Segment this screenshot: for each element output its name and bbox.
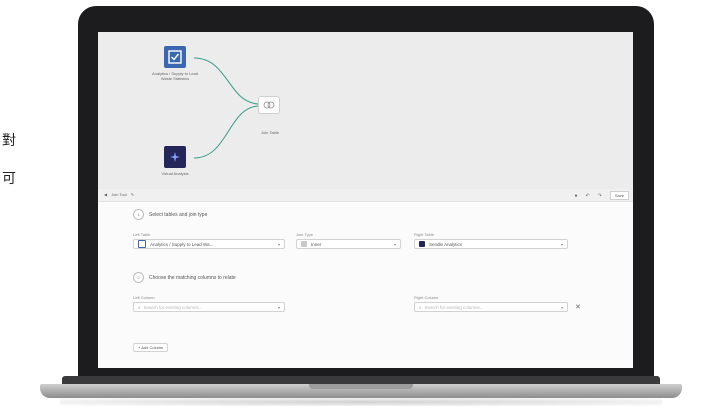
- dataset-node-virtual[interactable]: Virtual Analysis: [148, 146, 202, 176]
- join-node[interactable]: [258, 96, 280, 114]
- join-type-label: Join Type: [296, 232, 314, 237]
- step-1-text: Select tables and join type: [149, 211, 208, 218]
- left-column-placeholder: Search for existing columns...: [143, 304, 203, 310]
- sparkle-icon: [170, 152, 180, 162]
- side-text-2: 可: [2, 171, 16, 187]
- left-table-value: Analytics / Supply to Lead Wa...: [150, 241, 214, 247]
- chevron-down-icon: ▾: [277, 304, 280, 310]
- right-column-placeholder: Search for existing columns...: [424, 304, 484, 310]
- join-node-label: Join Table: [261, 130, 279, 135]
- right-table-label: Right Table: [414, 232, 434, 237]
- chevron-down-icon: ▾: [277, 241, 280, 247]
- save-button[interactable]: Save: [609, 191, 629, 200]
- join-config-panel: ◀ Join Tool ✎ ● ↶ ↷ Save 1 Select tables…: [98, 189, 633, 368]
- join-type-value: Inner: [311, 241, 322, 247]
- right-table-select[interactable]: Sendle Analytics ▾: [414, 239, 568, 249]
- chevron-down-icon: ▾: [393, 241, 396, 247]
- right-table-value: Sendle Analytics: [429, 241, 463, 247]
- wire-node1-join: [193, 57, 259, 105]
- redo-icon[interactable]: ↷: [598, 193, 602, 199]
- side-text-1: 對: [2, 133, 16, 149]
- left-table-label: Left Table: [133, 232, 151, 237]
- search-icon: ⌕: [419, 304, 422, 310]
- join-icon: [263, 101, 275, 109]
- step-2-number: 2: [133, 272, 144, 283]
- dataset-node-analytics-label: Analytics / Supply to Lead Waste Statist…: [151, 71, 199, 81]
- flow-canvas[interactable]: Analytics / Supply to Lead Waste Statist…: [98, 32, 633, 189]
- step-1-number: 1: [133, 209, 144, 220]
- dataset-node-analytics-icon: [164, 46, 186, 68]
- step-2-header: 2 Choose the matching columns to relate: [133, 272, 236, 283]
- step-1-header: 1 Select tables and join type: [133, 209, 207, 220]
- chevron-down-icon: ▾: [560, 304, 563, 310]
- left-column-label: Left Column: [133, 295, 155, 300]
- remove-row-icon[interactable]: ✕: [575, 303, 581, 311]
- left-column-search[interactable]: ⌕ Search for existing columns... ▾: [133, 302, 285, 312]
- edit-icon[interactable]: ✎: [131, 192, 134, 197]
- info-icon[interactable]: ●: [574, 193, 577, 199]
- laptop-shadow: [60, 398, 662, 406]
- left-table-select[interactable]: Analytics / Supply to Lead Wa... ▾: [133, 239, 285, 249]
- panel-toolbar: ◀ Join Tool ✎ ● ↶ ↷ Save: [98, 189, 633, 202]
- wire-node2-join: [193, 105, 259, 159]
- right-column-label: Right Column: [414, 295, 439, 300]
- inner-join-icon: [301, 241, 307, 247]
- dataset-node-virtual-icon: [164, 146, 186, 168]
- panel-title: Join Tool: [111, 192, 127, 197]
- undo-icon[interactable]: ↶: [585, 193, 589, 199]
- checkbox-icon: [138, 240, 146, 248]
- right-column-search[interactable]: ⌕ Search for existing columns... ▾: [414, 302, 568, 312]
- join-type-select[interactable]: Inner ▾: [296, 239, 401, 249]
- search-icon: ⌕: [138, 304, 141, 310]
- laptop-screen: Analytics / Supply to Lead Waste Statist…: [98, 32, 633, 368]
- dataset-node-analytics[interactable]: Analytics / Supply to Lead Waste Statist…: [148, 46, 202, 81]
- chevron-down-icon: ▾: [560, 241, 563, 247]
- add-column-button[interactable]: + Add Column: [133, 343, 169, 352]
- step-2-text: Choose the matching columns to relate: [149, 274, 236, 281]
- laptop-notch: [309, 384, 413, 389]
- checkbox-icon: [168, 50, 182, 64]
- dataset-icon: [419, 241, 425, 247]
- collapse-icon[interactable]: ◀: [104, 192, 107, 197]
- dataset-node-virtual-label: Virtual Analysis: [161, 171, 189, 176]
